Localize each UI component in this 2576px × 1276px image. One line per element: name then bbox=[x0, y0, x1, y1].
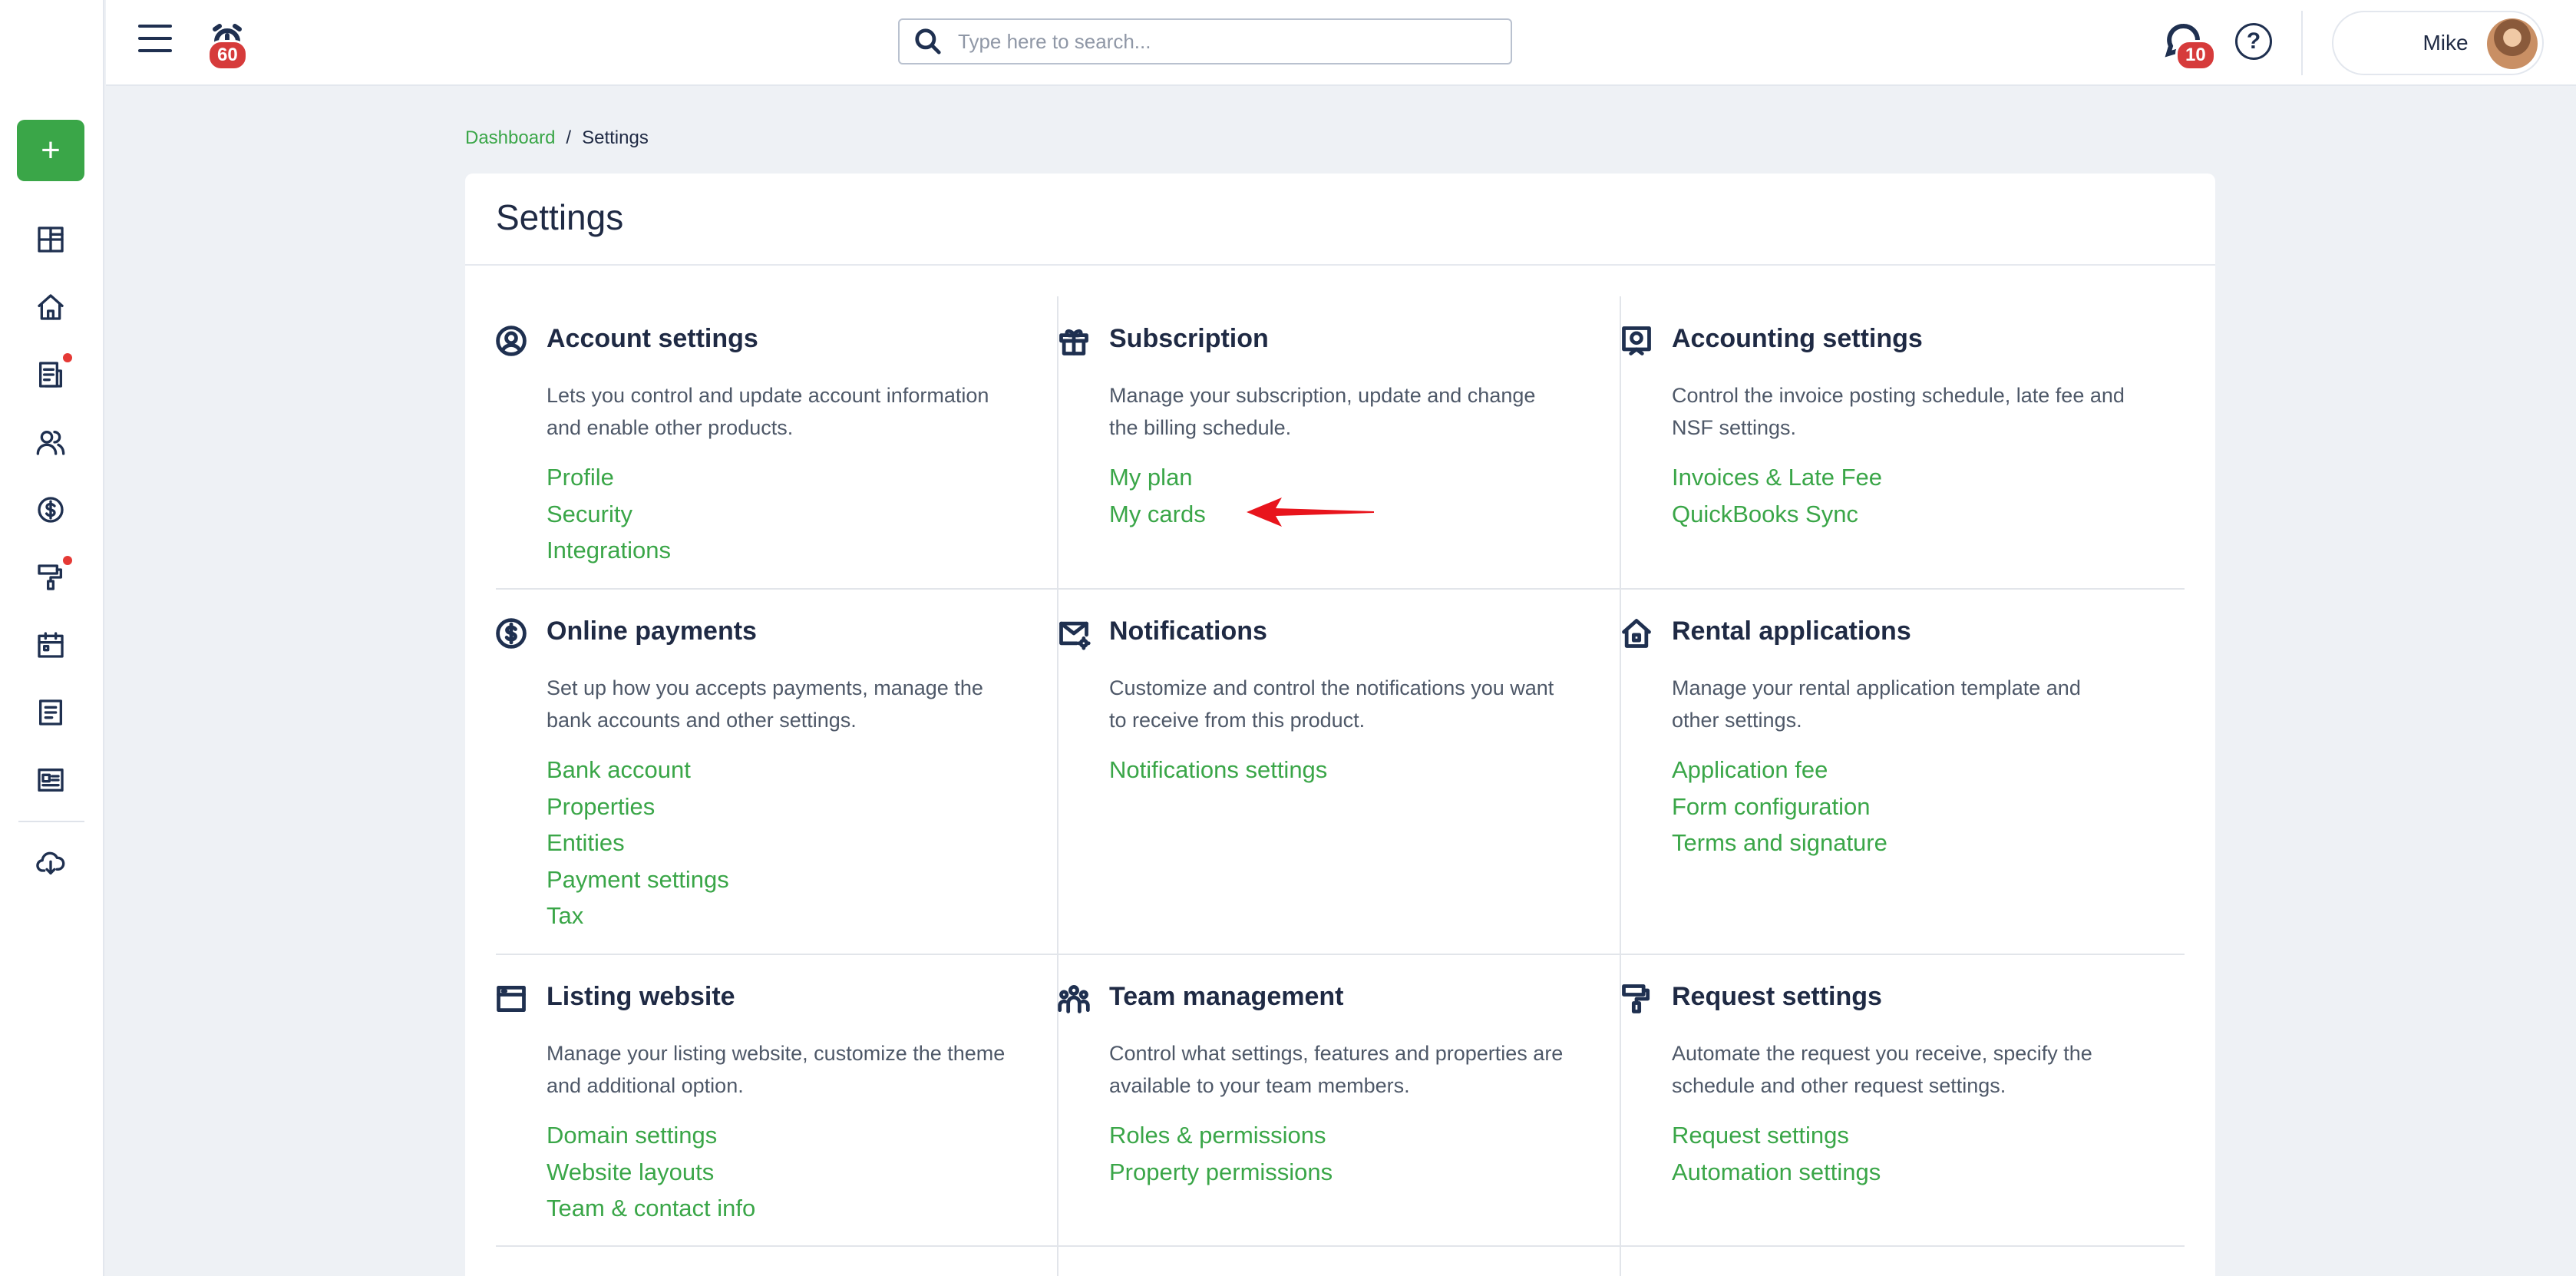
link-notifications-settings[interactable]: Notifications settings bbox=[1109, 752, 1327, 788]
sidebar: + bbox=[0, 0, 104, 1276]
search-bar[interactable] bbox=[898, 18, 1512, 64]
section-description: Control what settings, features and prop… bbox=[1109, 1042, 1564, 1097]
link-roles-permissions[interactable]: Roles & permissions bbox=[1109, 1117, 1333, 1154]
section-description: Manage your subscription, update and cha… bbox=[1109, 384, 1536, 439]
link-property-permissions[interactable]: Property permissions bbox=[1109, 1154, 1333, 1191]
section-title: Request settings bbox=[1672, 982, 1882, 1011]
section-title: Account settings bbox=[547, 324, 758, 353]
settings-card: Settings Account settings Lets you contr… bbox=[465, 174, 2215, 1276]
dollar-icon[interactable] bbox=[32, 491, 69, 528]
link-automation-settings[interactable]: Automation settings bbox=[1672, 1154, 1881, 1191]
column-divider bbox=[1620, 296, 1621, 1276]
accounting-icon bbox=[1620, 324, 1655, 359]
section-description: Manage your listing website, customize t… bbox=[547, 1042, 1006, 1097]
section-description: Customize and control the notifications … bbox=[1109, 676, 1554, 732]
alarm-badge: 60 bbox=[207, 40, 248, 71]
row-divider bbox=[496, 1245, 2185, 1247]
notification-dot bbox=[63, 353, 72, 362]
breadcrumb-dashboard-link[interactable]: Dashboard bbox=[465, 127, 555, 149]
link-request-settings[interactable]: Request settings bbox=[1672, 1117, 1881, 1154]
page-title: Settings bbox=[496, 197, 624, 237]
mail-gear-icon bbox=[1057, 617, 1092, 652]
breadcrumb-separator: / bbox=[566, 127, 572, 148]
sidebar-divider bbox=[18, 821, 84, 822]
link-invoices-late-fee[interactable]: Invoices & Late Fee bbox=[1672, 459, 1882, 496]
section-title: Listing website bbox=[547, 982, 735, 1011]
avatar[interactable] bbox=[2487, 18, 2538, 69]
user-name: Mike bbox=[2422, 31, 2469, 55]
link-website-layouts[interactable]: Website layouts bbox=[547, 1154, 755, 1191]
dollar-circle-icon bbox=[494, 617, 530, 652]
notification-dot bbox=[63, 556, 72, 565]
section-title: Rental applications bbox=[1672, 617, 1911, 646]
column-divider bbox=[1057, 296, 1058, 1276]
house-icon bbox=[1620, 617, 1655, 652]
section-title: Notifications bbox=[1109, 617, 1267, 646]
section-title: Accounting settings bbox=[1672, 324, 1923, 353]
add-button[interactable]: + bbox=[17, 120, 84, 181]
gift-icon bbox=[1057, 324, 1092, 359]
report-icon[interactable] bbox=[32, 694, 69, 731]
row-divider bbox=[496, 588, 2185, 590]
link-quickbooks-sync[interactable]: QuickBooks Sync bbox=[1672, 496, 1882, 533]
row-divider bbox=[496, 954, 2185, 955]
people-icon[interactable] bbox=[32, 424, 69, 461]
link-domain-settings[interactable]: Domain settings bbox=[547, 1117, 755, 1154]
link-application-fee[interactable]: Application fee bbox=[1672, 752, 1887, 788]
section-description: Lets you control and update account info… bbox=[547, 384, 989, 439]
annotation-arrow-icon bbox=[1247, 498, 1374, 527]
breadcrumb: Dashboard / Settings bbox=[465, 127, 649, 149]
search-input[interactable] bbox=[958, 29, 1480, 54]
paint-roller-icon bbox=[1620, 982, 1655, 1017]
link-profile[interactable]: Profile bbox=[547, 459, 671, 496]
section-description: Control the invoice posting schedule, la… bbox=[1672, 384, 2125, 439]
section-description: Set up how you accepts payments, manage … bbox=[547, 676, 983, 732]
link-team-contact-info[interactable]: Team & contact info bbox=[547, 1190, 755, 1227]
link-entities[interactable]: Entities bbox=[547, 825, 729, 861]
link-terms-and-signature[interactable]: Terms and signature bbox=[1672, 825, 1887, 861]
search-icon bbox=[915, 28, 941, 55]
topbar: 60 10 ? Mike bbox=[106, 0, 2576, 86]
link-properties[interactable]: Properties bbox=[547, 788, 729, 825]
topbar-divider bbox=[2301, 11, 2303, 75]
home-icon[interactable] bbox=[32, 289, 69, 326]
section-description: Manage your rental application template … bbox=[1672, 676, 2081, 732]
user-circle-icon bbox=[494, 324, 530, 359]
link-tax[interactable]: Tax bbox=[547, 897, 729, 934]
user-menu[interactable]: Mike bbox=[2332, 11, 2544, 75]
section-title: Subscription bbox=[1109, 324, 1269, 353]
section-description: Automate the request you receive, specif… bbox=[1672, 1042, 2092, 1097]
link-my-plan[interactable]: My plan bbox=[1109, 459, 1206, 496]
dashboard-icon[interactable] bbox=[32, 221, 69, 258]
link-my-cards[interactable]: My cards bbox=[1109, 496, 1206, 533]
browser-window-icon bbox=[494, 982, 530, 1017]
help-icon[interactable]: ? bbox=[2235, 23, 2272, 60]
chat-badge: 10 bbox=[2175, 40, 2216, 71]
team-icon bbox=[1057, 982, 1092, 1017]
calendar-icon[interactable] bbox=[32, 626, 69, 663]
download-icon[interactable] bbox=[32, 845, 69, 881]
link-security[interactable]: Security bbox=[547, 496, 671, 533]
breadcrumb-current: Settings bbox=[582, 127, 649, 148]
document-icon[interactable] bbox=[32, 356, 69, 393]
section-title: Online payments bbox=[547, 617, 757, 646]
link-form-configuration[interactable]: Form configuration bbox=[1672, 788, 1887, 825]
section-title: Team management bbox=[1109, 982, 1344, 1011]
link-bank-account[interactable]: Bank account bbox=[547, 752, 729, 788]
paint-roller-icon[interactable] bbox=[32, 559, 69, 596]
menu-icon[interactable] bbox=[138, 25, 172, 55]
link-payment-settings[interactable]: Payment settings bbox=[547, 861, 729, 898]
header-divider bbox=[465, 264, 2215, 266]
link-integrations[interactable]: Integrations bbox=[547, 532, 671, 569]
listing-icon[interactable] bbox=[32, 762, 69, 798]
